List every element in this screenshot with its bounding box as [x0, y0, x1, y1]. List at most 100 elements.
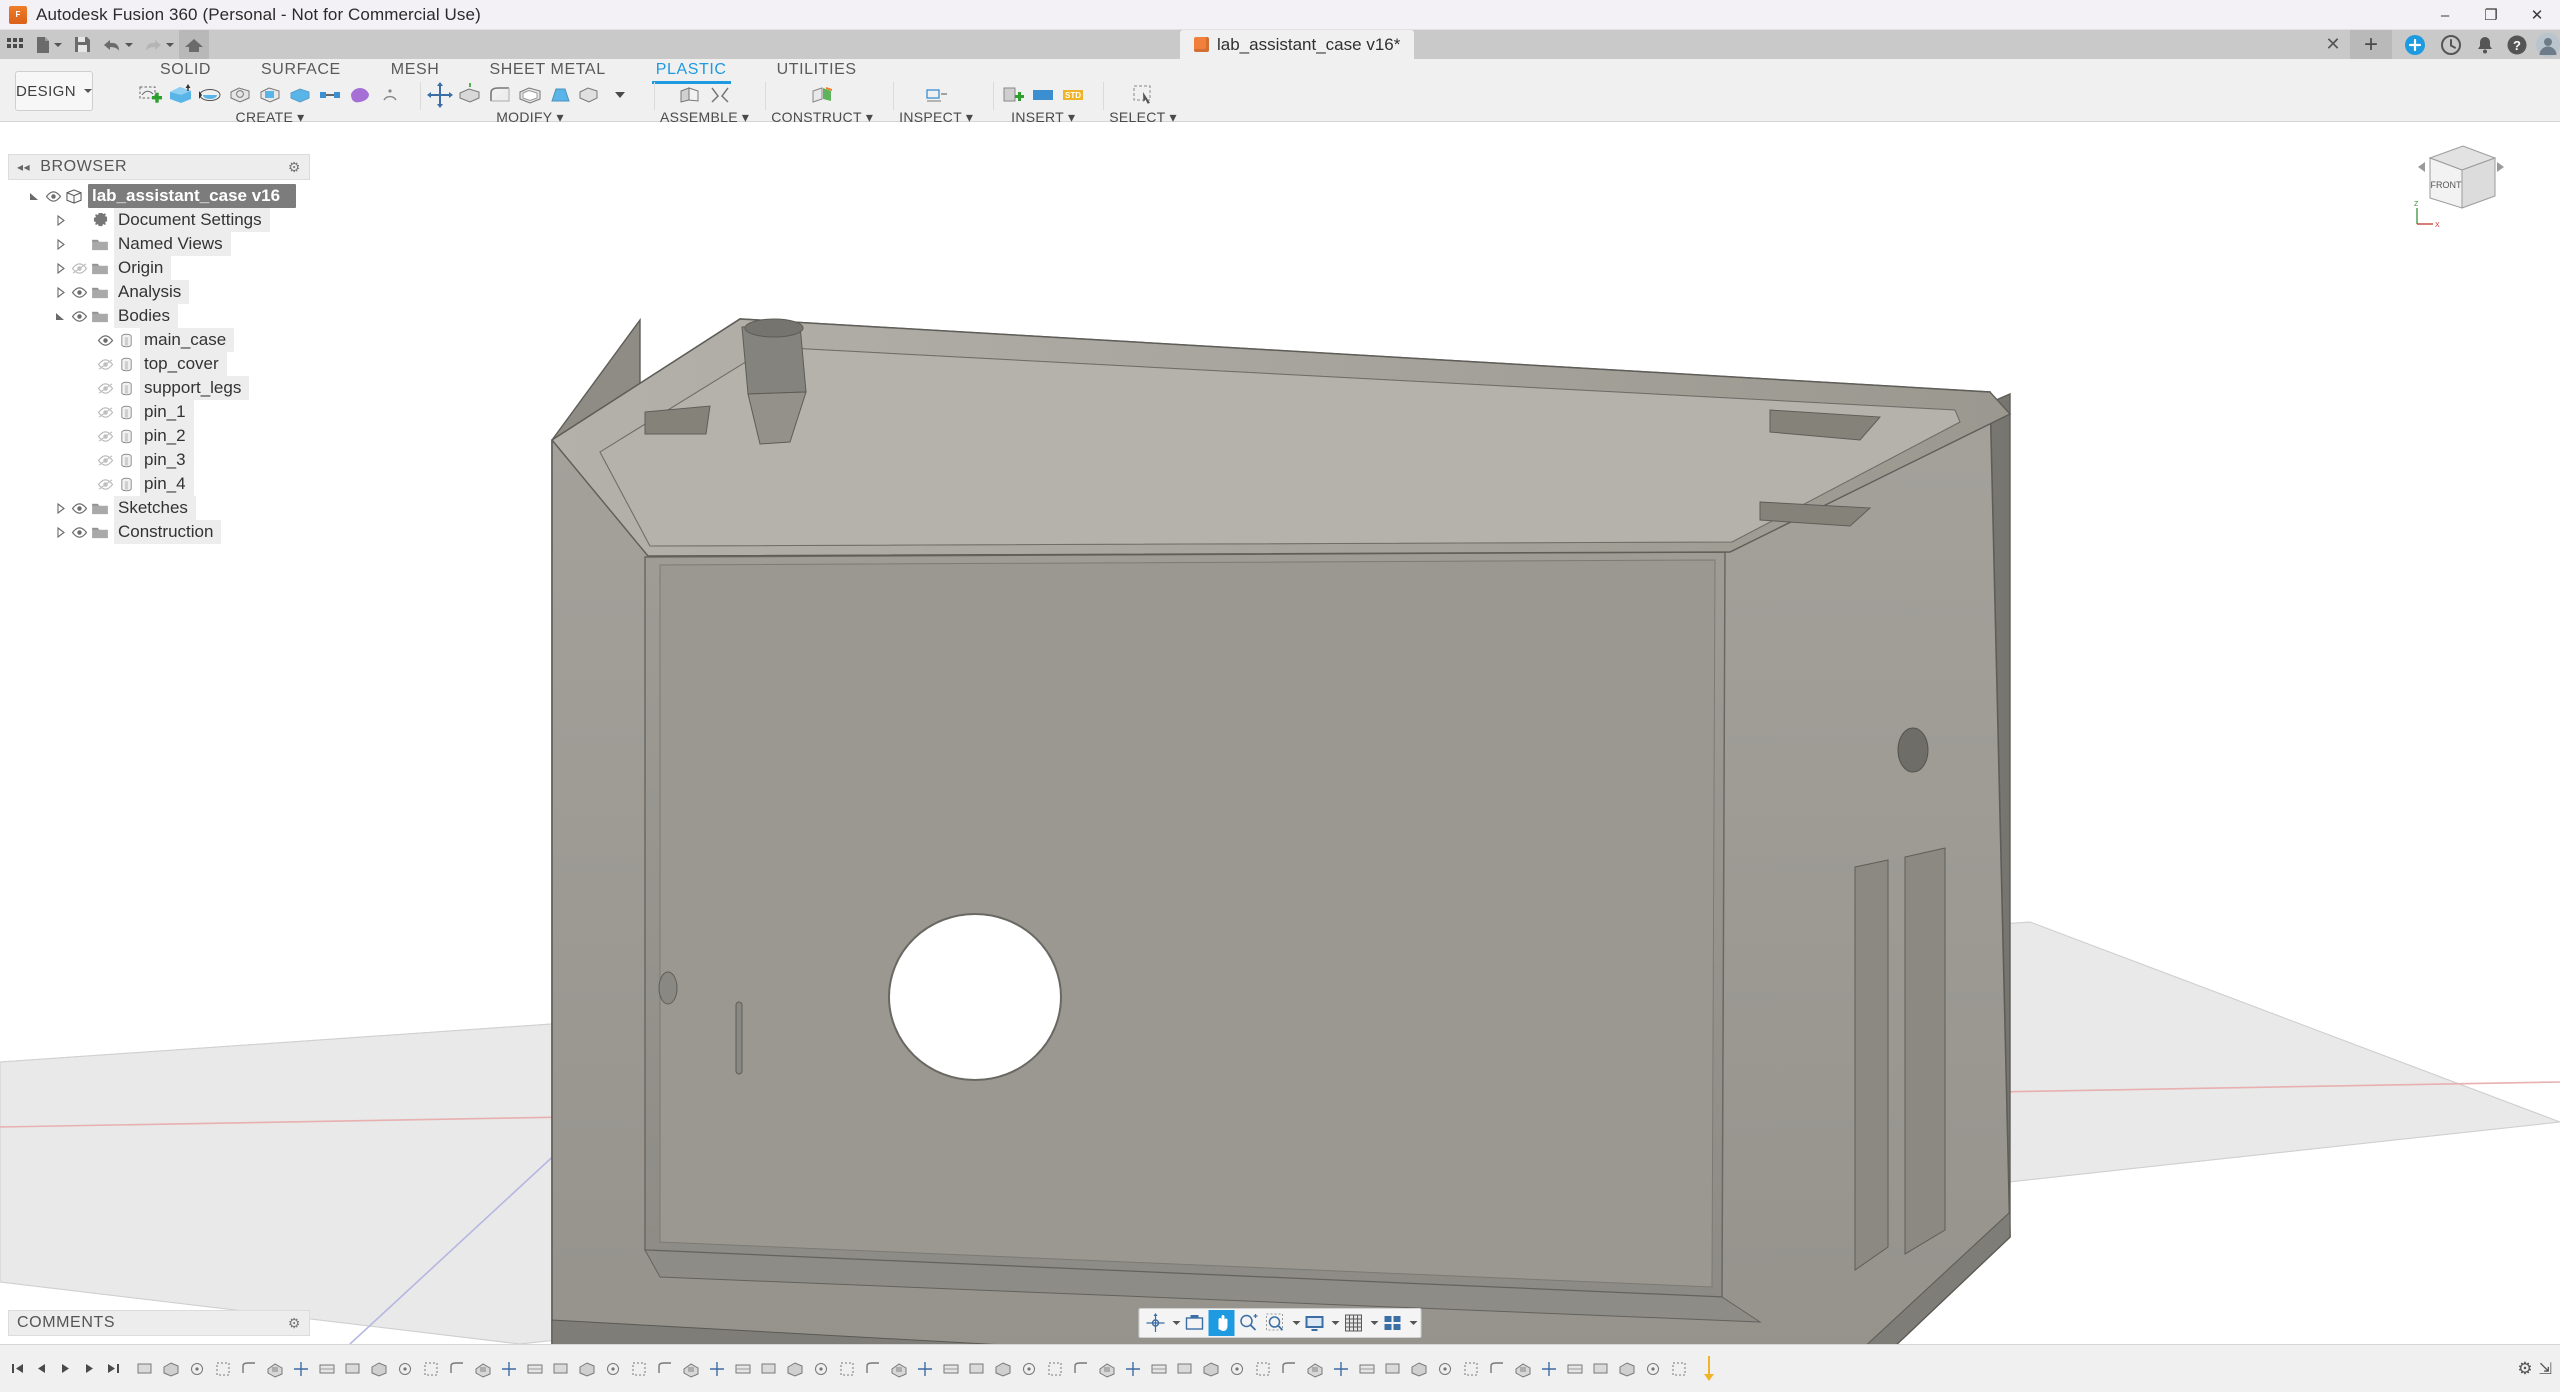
timeline-settings-icon[interactable]: ⚙: [2517, 1359, 2532, 1379]
timeline-feature[interactable]: [366, 1356, 392, 1382]
timeline-feature[interactable]: [314, 1356, 340, 1382]
timeline-feature[interactable]: [1510, 1356, 1536, 1382]
recent-icon[interactable]: [2440, 34, 2462, 56]
comments-settings-icon[interactable]: ⚙: [288, 1315, 301, 1332]
ribbon-tab-plastic[interactable]: PLASTIC: [646, 59, 737, 84]
zoom-button[interactable]: [1236, 1310, 1262, 1336]
timeline-feature[interactable]: [730, 1356, 756, 1382]
new-document-button[interactable]: [30, 30, 67, 59]
eye-hidden-icon[interactable]: [94, 356, 116, 372]
timeline-feature[interactable]: [184, 1356, 210, 1382]
timeline-feature[interactable]: [912, 1356, 938, 1382]
timeline-feature[interactable]: [1328, 1356, 1354, 1382]
account-avatar[interactable]: [2536, 33, 2560, 57]
timeline-feature[interactable]: [1640, 1356, 1666, 1382]
timeline-feature[interactable]: [1094, 1356, 1120, 1382]
modify-more-icon[interactable]: [606, 81, 634, 109]
eye-visible-icon[interactable]: [68, 308, 90, 324]
timeline-feature-track[interactable]: [132, 1352, 2517, 1386]
measure-icon[interactable]: [922, 81, 950, 109]
browser-collapse-icon[interactable]: ◂◂: [17, 160, 30, 174]
eye-visible-icon[interactable]: [68, 524, 90, 540]
extensions-icon[interactable]: [2404, 34, 2426, 56]
eye-hidden-icon[interactable]: [94, 380, 116, 396]
timeline-feature[interactable]: [444, 1356, 470, 1382]
chevron-down-icon[interactable]: [54, 42, 62, 47]
timeline-feature[interactable]: [600, 1356, 626, 1382]
tree-item-main-case[interactable]: main_case: [8, 328, 310, 352]
timeline-play[interactable]: [54, 1356, 76, 1382]
eye-hidden-icon[interactable]: [94, 404, 116, 420]
tree-item-pin-2[interactable]: pin_2: [8, 424, 310, 448]
timeline-feature[interactable]: [132, 1356, 158, 1382]
chevron-down-icon[interactable]: [1370, 1321, 1379, 1325]
app-grid-icon[interactable]: [0, 30, 30, 59]
tree-twisty-closed-icon[interactable]: [52, 524, 68, 540]
offset-plane-icon[interactable]: [808, 81, 836, 109]
chevron-down-icon[interactable]: [1331, 1321, 1340, 1325]
boss-icon[interactable]: [316, 81, 344, 109]
eye-hidden-icon[interactable]: [68, 260, 90, 276]
tree-twisty-open-icon[interactable]: [52, 308, 68, 324]
timeline-end-marker[interactable]: [1692, 1355, 1726, 1382]
timeline-feature[interactable]: [1016, 1356, 1042, 1382]
tree-item-top-cover[interactable]: top_cover: [8, 352, 310, 376]
combine-icon[interactable]: [576, 81, 604, 109]
timeline-feature[interactable]: [782, 1356, 808, 1382]
comments-panel[interactable]: COMMENTS ⚙: [8, 1310, 310, 1336]
tree-item-analysis[interactable]: Analysis: [8, 280, 310, 304]
timeline-feature[interactable]: [1224, 1356, 1250, 1382]
eye-visible-icon[interactable]: [94, 332, 116, 348]
timeline-feature[interactable]: [704, 1356, 730, 1382]
timeline-feature[interactable]: [1484, 1356, 1510, 1382]
timeline-feature[interactable]: [860, 1356, 886, 1382]
tree-item-construction[interactable]: Construction: [8, 520, 310, 544]
new-tab-button[interactable]: +: [2350, 30, 2392, 59]
help-icon[interactable]: ?: [2506, 34, 2528, 56]
timeline-feature[interactable]: [574, 1356, 600, 1382]
create-sketch-icon[interactable]: [136, 81, 164, 109]
zoom-window-button[interactable]: [1263, 1310, 1289, 1336]
press-pull-icon[interactable]: [456, 81, 484, 109]
timeline-feature[interactable]: [990, 1356, 1016, 1382]
timeline-feature[interactable]: [886, 1356, 912, 1382]
timeline-feature[interactable]: [1250, 1356, 1276, 1382]
timeline-feature[interactable]: [1146, 1356, 1172, 1382]
timeline-feature[interactable]: [470, 1356, 496, 1382]
eye-visible-icon[interactable]: [68, 284, 90, 300]
tree-item-named-views[interactable]: Named Views: [8, 232, 310, 256]
eye-hidden-icon[interactable]: [94, 428, 116, 444]
tree-item-pin-1[interactable]: pin_1: [8, 400, 310, 424]
timeline-feature[interactable]: [964, 1356, 990, 1382]
maximize-button[interactable]: ❐: [2468, 0, 2514, 30]
chevron-down-icon[interactable]: [125, 42, 133, 47]
timeline-feature[interactable]: [1302, 1356, 1328, 1382]
timeline-feature[interactable]: [1562, 1356, 1588, 1382]
workspace-selector[interactable]: DESIGN: [15, 71, 93, 111]
viewport-canvas[interactable]: FRONT Z X: [0, 122, 2560, 1344]
timeline-feature[interactable]: [1172, 1356, 1198, 1382]
timeline-feature[interactable]: [1536, 1356, 1562, 1382]
timeline-feature[interactable]: [262, 1356, 288, 1382]
timeline-feature[interactable]: [158, 1356, 184, 1382]
timeline-feature[interactable]: [418, 1356, 444, 1382]
draft-icon[interactable]: [546, 81, 574, 109]
eye-visible-icon[interactable]: [42, 188, 64, 204]
timeline-step-back[interactable]: [30, 1356, 52, 1382]
timeline-feature[interactable]: [548, 1356, 574, 1382]
new-component-icon[interactable]: [676, 81, 704, 109]
chevron-down-icon[interactable]: [1409, 1321, 1418, 1325]
revolve-icon[interactable]: [196, 81, 224, 109]
rib-icon[interactable]: [286, 81, 314, 109]
timeline-feature[interactable]: [522, 1356, 548, 1382]
move-copy-icon[interactable]: [426, 81, 454, 109]
ribbon-tab-mesh[interactable]: MESH: [381, 59, 450, 81]
timeline-feature[interactable]: [756, 1356, 782, 1382]
tree-twisty-closed-icon[interactable]: [52, 212, 68, 228]
timeline-feature[interactable]: [1042, 1356, 1068, 1382]
ribbon-tab-solid[interactable]: SOLID: [150, 59, 221, 81]
timeline-feature[interactable]: [1198, 1356, 1224, 1382]
tree-twisty-closed-icon[interactable]: [52, 236, 68, 252]
document-tab-close[interactable]: ✕: [2320, 30, 2346, 59]
tree-twisty-closed-icon[interactable]: [52, 284, 68, 300]
